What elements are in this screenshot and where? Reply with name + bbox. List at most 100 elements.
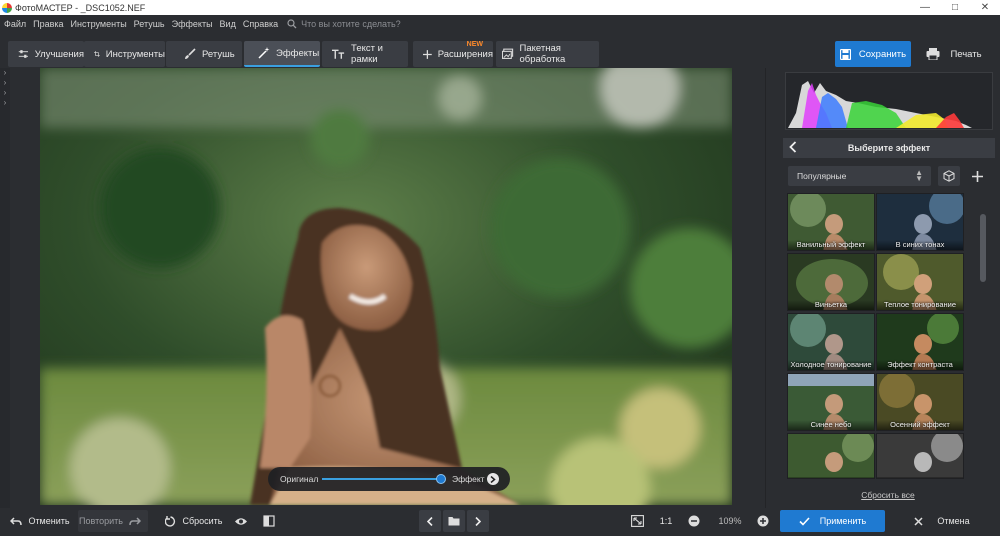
fit-screen-button[interactable] (626, 510, 648, 532)
left-collapsed-panel[interactable]: › › › › (0, 68, 10, 508)
tab-label: Ретушь (202, 48, 235, 60)
menu-view[interactable]: Вид (217, 19, 239, 29)
app-logo-icon (2, 2, 12, 13)
brush-icon (185, 48, 196, 59)
effects-scrollbar-thumb[interactable] (980, 214, 986, 282)
maximize-icon[interactable]: □ (940, 0, 970, 15)
reset-all-link[interactable]: Сбросить все (783, 490, 993, 500)
effects-panel-title: Выберите эффект (847, 143, 931, 153)
zoom-in-icon (757, 515, 769, 527)
redo-button[interactable]: Повторить (78, 510, 148, 532)
close-icon[interactable]: ✕ (970, 0, 1000, 15)
printer-icon (926, 48, 940, 60)
tab-effects[interactable]: Эффекты (244, 41, 320, 67)
3d-cube-button[interactable] (938, 166, 960, 186)
effect-tile-vignette[interactable]: Виньетка (787, 253, 875, 311)
preview-button[interactable] (230, 510, 252, 532)
compare-fill (322, 478, 440, 480)
effect-tile-9[interactable] (876, 433, 964, 479)
text-icon (332, 49, 345, 59)
cancel-button[interactable]: Отмена (890, 510, 994, 532)
compare-knob[interactable] (436, 474, 446, 484)
open-folder-button[interactable] (443, 510, 465, 532)
tab-extensions[interactable]: Расширения NEW (413, 41, 493, 67)
tab-enhancements[interactable]: Улучшения (8, 41, 84, 67)
effects-scrollbar[interactable] (979, 196, 987, 496)
effect-label (877, 477, 963, 478)
save-button[interactable]: Сохранить (835, 41, 911, 67)
apply-button[interactable]: Применить (780, 510, 885, 532)
up-down-arrows-icon: ▲ ▼ (915, 168, 923, 183)
effect-label: В синих тонах (877, 240, 963, 250)
effect-tile-blue-tones[interactable]: В синих тонах (876, 193, 964, 251)
effect-label: Виньетка (788, 300, 874, 310)
cancel-label: Отмена (937, 516, 970, 526)
apply-label: Применить (819, 516, 867, 526)
zoom-in-button[interactable] (754, 510, 772, 532)
chevron-right-icon[interactable]: › (0, 68, 10, 78)
plus-icon (971, 170, 983, 182)
menu-file[interactable]: Файл (1, 19, 29, 29)
menu-tools[interactable]: Инструменты (68, 19, 130, 29)
effect-tile-autumn[interactable]: Осенний эффект (876, 373, 964, 431)
effect-label (788, 477, 874, 478)
undo-icon (10, 516, 23, 525)
chevron-right-icon[interactable]: › (0, 98, 10, 108)
menu-search[interactable]: Что вы хотите сделать? (287, 19, 401, 29)
folder-icon (448, 517, 460, 526)
effect-tile-warm-toning[interactable]: Теплое тонирование (876, 253, 964, 311)
reset-icon (165, 515, 176, 527)
window-title: ФотоМАСТЕР - _DSC1052.NEF (15, 2, 146, 13)
minimize-icon[interactable]: — (910, 0, 940, 15)
back-arrow-icon[interactable] (789, 141, 797, 153)
original-label: Оригинал (280, 474, 319, 484)
previous-image-button[interactable] (419, 510, 441, 532)
floppy-icon (839, 48, 851, 60)
crop-icon (94, 51, 100, 57)
next-image-button[interactable] (467, 510, 489, 532)
chevron-right-icon[interactable]: › (0, 88, 10, 98)
print-label: Печать (950, 48, 982, 60)
redo-icon (129, 516, 141, 525)
save-label: Сохранить (858, 48, 907, 60)
split-view-icon (263, 515, 275, 527)
menu-effects[interactable]: Эффекты (169, 19, 216, 29)
photo-preview[interactable] (40, 68, 732, 505)
compare-button[interactable] (258, 510, 280, 532)
next-arrow-icon[interactable] (487, 473, 499, 485)
tab-retouch[interactable]: Ретушь (166, 41, 242, 67)
chevron-right-icon[interactable]: › (0, 78, 10, 88)
print-button[interactable]: Печать (915, 41, 993, 67)
canvas-scrollbar[interactable] (765, 68, 775, 508)
tab-batch-processing[interactable]: Пакетная обработка (496, 41, 599, 67)
menu-edit[interactable]: Правка (30, 19, 66, 29)
plus-icon (423, 49, 432, 59)
effect-tile-vanilla[interactable]: Ванильный эффект (787, 193, 875, 251)
compare-track[interactable] (322, 478, 440, 480)
fit-screen-icon (630, 515, 644, 527)
new-badge: NEW (466, 41, 483, 48)
menu-help[interactable]: Справка (240, 19, 281, 29)
checkmark-icon (799, 516, 810, 526)
effect-tile-contrast[interactable]: Эффект контраста (876, 313, 964, 371)
undo-label: Отменить (28, 516, 70, 526)
effect-tile-8[interactable] (787, 433, 875, 479)
histogram-graph (788, 81, 972, 128)
tab-tools[interactable]: Инструменты (84, 41, 165, 67)
compare-slider[interactable]: Оригинал Эффект (268, 467, 510, 491)
actual-size-button[interactable]: 1:1 (656, 510, 676, 532)
effect-category-select[interactable]: Популярные ▲ ▼ (788, 166, 931, 186)
menu-retouch[interactable]: Ретушь (131, 19, 168, 29)
effect-tile-cold-toning[interactable]: Холодное тонирование (787, 313, 875, 371)
reset-button[interactable]: Сбросить (162, 510, 226, 532)
effect-tile-blue-sky[interactable]: Синее небо (787, 373, 875, 431)
effect-label: Эффект (452, 474, 485, 484)
undo-button[interactable]: Отменить (6, 510, 74, 532)
add-effect-button[interactable] (966, 166, 988, 186)
reset-label: Сбросить (182, 516, 223, 526)
eye-icon (235, 517, 247, 525)
tab-text-frames[interactable]: Текст и рамки (322, 41, 408, 67)
zoom-out-button[interactable] (685, 510, 703, 532)
close-icon (914, 516, 923, 526)
effect-label: Холодное тонирование (788, 360, 874, 370)
